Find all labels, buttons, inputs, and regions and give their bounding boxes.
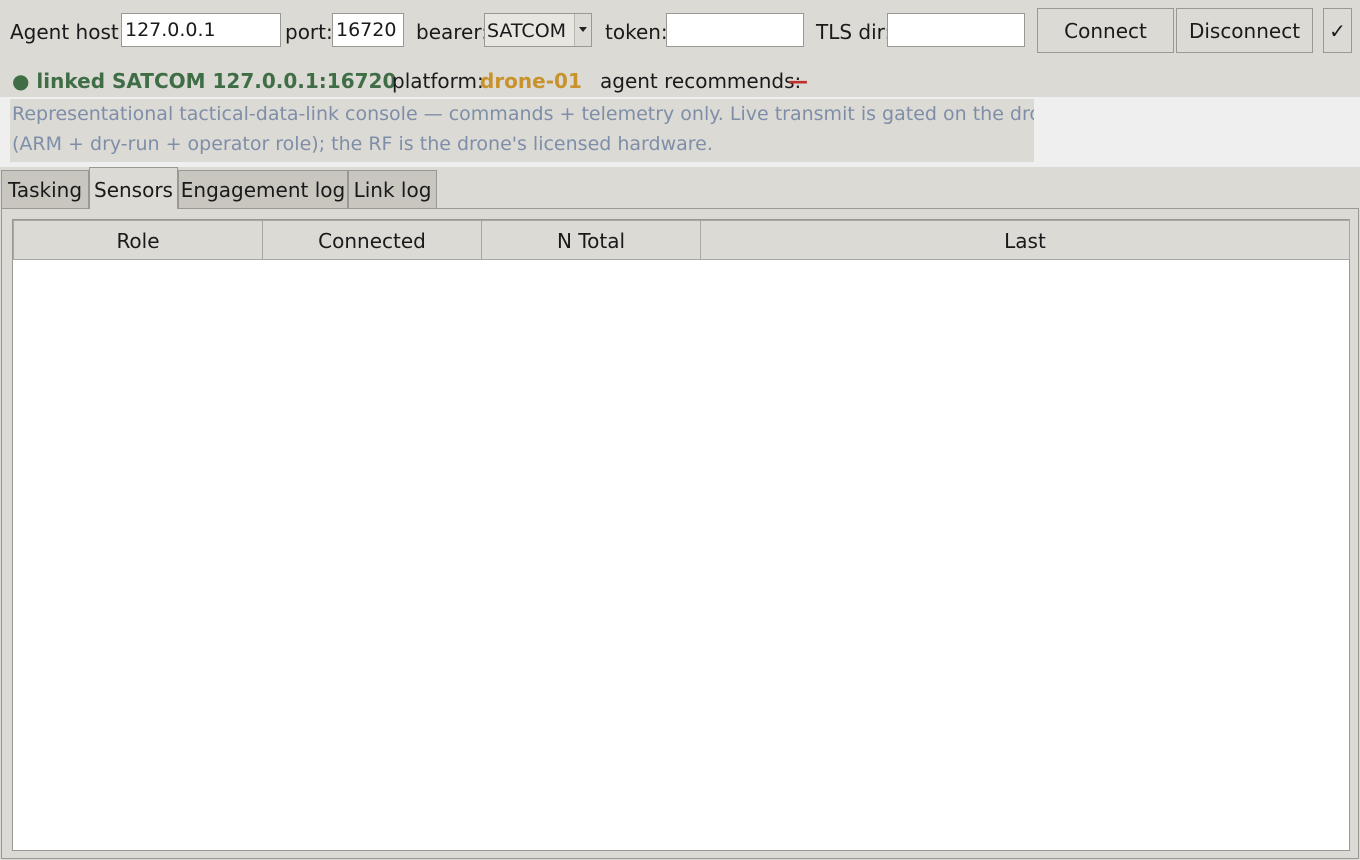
sensors-table[interactable]: Role Connected N Total Last [12, 219, 1350, 851]
connection-toolbar: Agent host: port: bearer: SATCOM token: … [0, 0, 1360, 62]
token-label: token: [605, 20, 668, 44]
agent-host-input[interactable] [121, 13, 281, 47]
tab-engagement-log[interactable]: Engagement log [178, 170, 348, 208]
column-header-role[interactable]: Role [13, 220, 263, 260]
tls-dir-input[interactable] [887, 13, 1025, 47]
port-label: port: [285, 20, 333, 44]
connect-button[interactable]: Connect [1037, 8, 1174, 53]
check-icon[interactable]: ✓ [1323, 8, 1352, 53]
disclaimer-line-2: (ARM + dry-run + operator role); the RF … [12, 133, 713, 155]
tdl-console-window: Agent host: port: bearer: SATCOM token: … [0, 0, 1360, 860]
link-status-text: ● linked SATCOM 127.0.0.1:16720 [12, 69, 397, 93]
column-header-n-total[interactable]: N Total [481, 220, 701, 260]
sensors-panel: Role Connected N Total Last [1, 208, 1359, 859]
bearer-label: bearer: [416, 20, 488, 44]
column-header-last[interactable]: Last [700, 220, 1350, 260]
agent-recommends-label: agent recommends: [600, 69, 802, 93]
disclaimer-notice: Representational tactical-data-link cons… [10, 99, 1034, 162]
tls-dir-label: TLS dir: [816, 20, 892, 44]
tab-tasking[interactable]: Tasking [1, 170, 89, 208]
platform-value: drone-01 [480, 69, 582, 93]
platform-label: platform: [392, 69, 484, 93]
bearer-select-value: SATCOM [487, 20, 567, 42]
tab-link-log[interactable]: Link log [348, 170, 437, 208]
port-input[interactable] [332, 13, 404, 47]
disconnect-button[interactable]: Disconnect [1176, 8, 1313, 53]
agent-host-label: Agent host: [10, 20, 126, 44]
sensors-table-body[interactable] [13, 260, 1349, 850]
column-header-connected[interactable]: Connected [262, 220, 482, 260]
disclaimer-line-1: Representational tactical-data-link cons… [12, 103, 1034, 125]
agent-recommends-value: — [788, 69, 808, 93]
chevron-down-icon[interactable] [574, 14, 591, 46]
link-status-bar: ● linked SATCOM 127.0.0.1:16720 platform… [0, 64, 1360, 96]
token-input[interactable] [666, 13, 804, 47]
tab-sensors[interactable]: Sensors [89, 167, 178, 209]
bearer-select[interactable]: SATCOM [484, 13, 592, 47]
